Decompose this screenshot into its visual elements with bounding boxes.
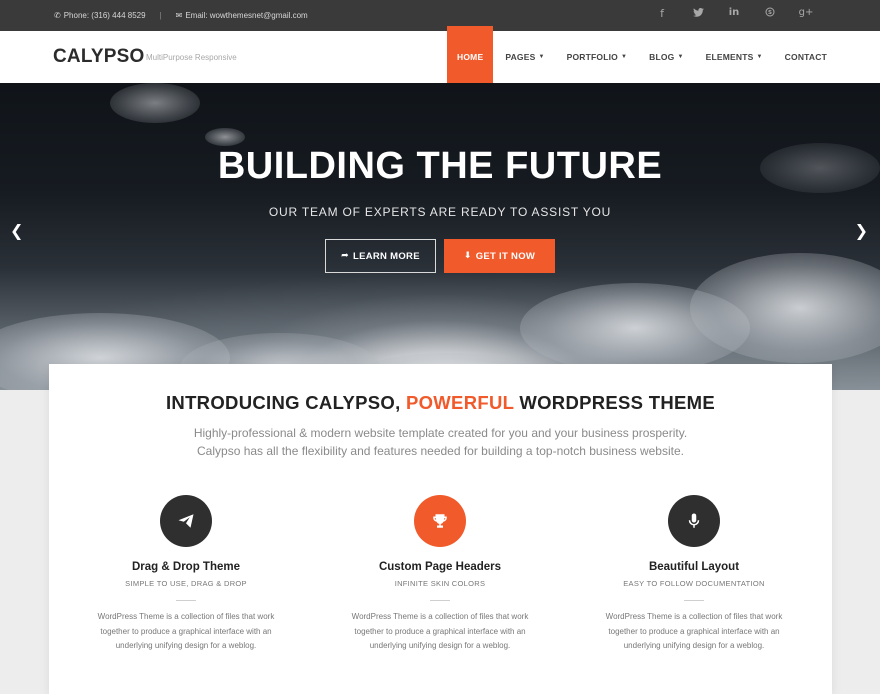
feature-text: WordPress Theme is a collection of files… [97, 612, 275, 650]
nav-item-pages[interactable]: PAGES ▼ [495, 31, 554, 83]
svg-text:S: S [768, 10, 772, 16]
paper-plane-icon [160, 495, 212, 547]
feature-divider [176, 600, 196, 601]
email-icon: ✉ [175, 11, 183, 20]
nav-item-label: CONTACT [784, 52, 827, 62]
feature-subtitle: SIMPLE TO USE, DRAG & DROP [125, 579, 247, 588]
trophy-icon [414, 495, 466, 547]
phone-text: Phone: (316) 444 8529 [63, 11, 146, 20]
nav-item-blog[interactable]: BLOG ▼ [639, 31, 694, 83]
slider-next-arrow-icon[interactable]: ❯ [855, 221, 868, 240]
feature-page-headers: Custom Page Headers INFINITE SKIN COLORS… [313, 495, 567, 654]
intro-title-prefix: INTRODUCING CALYPSO, [165, 392, 406, 413]
facebook-icon[interactable]: f [644, 7, 680, 20]
main-menu: HOME PAGES ▼ PORTFOLIO ▼ BLOG ▼ ELEMENTS ▼ C… [447, 26, 837, 83]
caret-down-icon: ▼ [756, 54, 763, 60]
nav-item-label: BLOG [649, 52, 675, 62]
nav-item-label: HOME [457, 52, 484, 62]
learn-more-button[interactable]: ➦ LEARN MORE [325, 239, 436, 273]
feature-title: Custom Page Headers [378, 561, 502, 573]
feature-drag-drop: Drag & Drop Theme SIMPLE TO USE, DRAG & … [59, 495, 313, 654]
feature-text: WordPress Theme is a collection of files… [351, 612, 529, 650]
main-navbar: CALYPSO MultiPurpose Responsive HOME PAG… [0, 26, 880, 83]
feature-subtitle: EASY TO FOLLOW DOCUMENTATION [623, 579, 765, 588]
nav-item-label: ELEMENTS [705, 52, 754, 62]
caret-down-icon: ▼ [621, 54, 628, 60]
intro-text-line: Calypso has all the flexibility and feat… [197, 444, 684, 458]
linkedin-icon[interactable]: in [716, 7, 752, 20]
site-tagline: MultiPurpose Responsive [146, 53, 237, 62]
get-it-now-label: GET IT NOW [475, 250, 536, 262]
phone-icon: ✆ [54, 11, 61, 20]
email-text[interactable]: Email: wowthemesnet@gmail.com [185, 11, 307, 20]
google-plus-icon[interactable]: g+ [788, 7, 824, 20]
feature-divider [430, 600, 450, 601]
intro-title-suffix: WORDPRESS THEME [513, 392, 716, 413]
nav-item-home[interactable]: HOME [447, 26, 494, 83]
feature-title: Beautiful Layout [648, 561, 740, 573]
twitter-icon[interactable] [680, 7, 716, 20]
cloud-decoration [205, 128, 245, 146]
hero-title: BUILDING THE FUTURE [217, 145, 663, 187]
social-links: f in S g+ [644, 7, 824, 20]
get-it-now-button[interactable]: ⬇ GET IT NOW [444, 239, 555, 273]
nav-item-portfolio[interactable]: PORTFOLIO ▼ [557, 31, 638, 83]
learn-more-label: LEARN MORE [352, 250, 420, 262]
feature-subtitle: INFINITE SKIN COLORS [394, 579, 486, 588]
top-bar: ✆ Phone: (316) 444 8529 | ✉ Email: wowth… [0, 0, 880, 31]
cloud-decoration [110, 83, 200, 123]
contact-separator: | [159, 11, 162, 20]
intro-title-highlight: POWERFUL [405, 392, 514, 413]
hero-subtitle: OUR TEAM OF EXPERTS ARE READY TO ASSIST … [268, 205, 612, 219]
feature-beautiful-layout: Beautiful Layout EASY TO FOLLOW DOCUMENT… [567, 495, 821, 654]
site-logo[interactable]: CALYPSO [53, 46, 145, 68]
caret-down-icon: ▼ [538, 54, 545, 60]
skype-icon[interactable]: S [752, 7, 788, 20]
hero-slider: BUILDING THE FUTURE OUR TEAM OF EXPERTS … [0, 83, 880, 390]
slider-prev-arrow-icon[interactable]: ❮ [10, 221, 23, 240]
nav-item-elements[interactable]: ELEMENTS ▼ [696, 31, 773, 83]
feature-title: Drag & Drop Theme [132, 561, 240, 573]
nav-item-contact[interactable]: CONTACT [775, 31, 837, 83]
nav-item-label: PORTFOLIO [566, 52, 618, 62]
nav-item-label: PAGES [505, 52, 536, 62]
feature-text: WordPress Theme is a collection of files… [605, 612, 783, 650]
intro-description: Highly-professional & modern website tem… [49, 424, 832, 460]
feature-divider [684, 600, 704, 601]
contact-info: ✆ Phone: (316) 444 8529 | ✉ Email: wowth… [54, 11, 308, 20]
intro-text-line: Highly-professional & modern website tem… [193, 426, 688, 440]
intro-title: INTRODUCING CALYPSO, POWERFUL WORDPRESS … [49, 392, 832, 414]
microphone-icon [668, 495, 720, 547]
caret-down-icon: ▼ [677, 54, 684, 60]
download-icon: ⬇ [463, 251, 472, 261]
intro-card: INTRODUCING CALYPSO, POWERFUL WORDPRESS … [49, 364, 832, 694]
share-arrow-icon: ➦ [341, 251, 349, 261]
